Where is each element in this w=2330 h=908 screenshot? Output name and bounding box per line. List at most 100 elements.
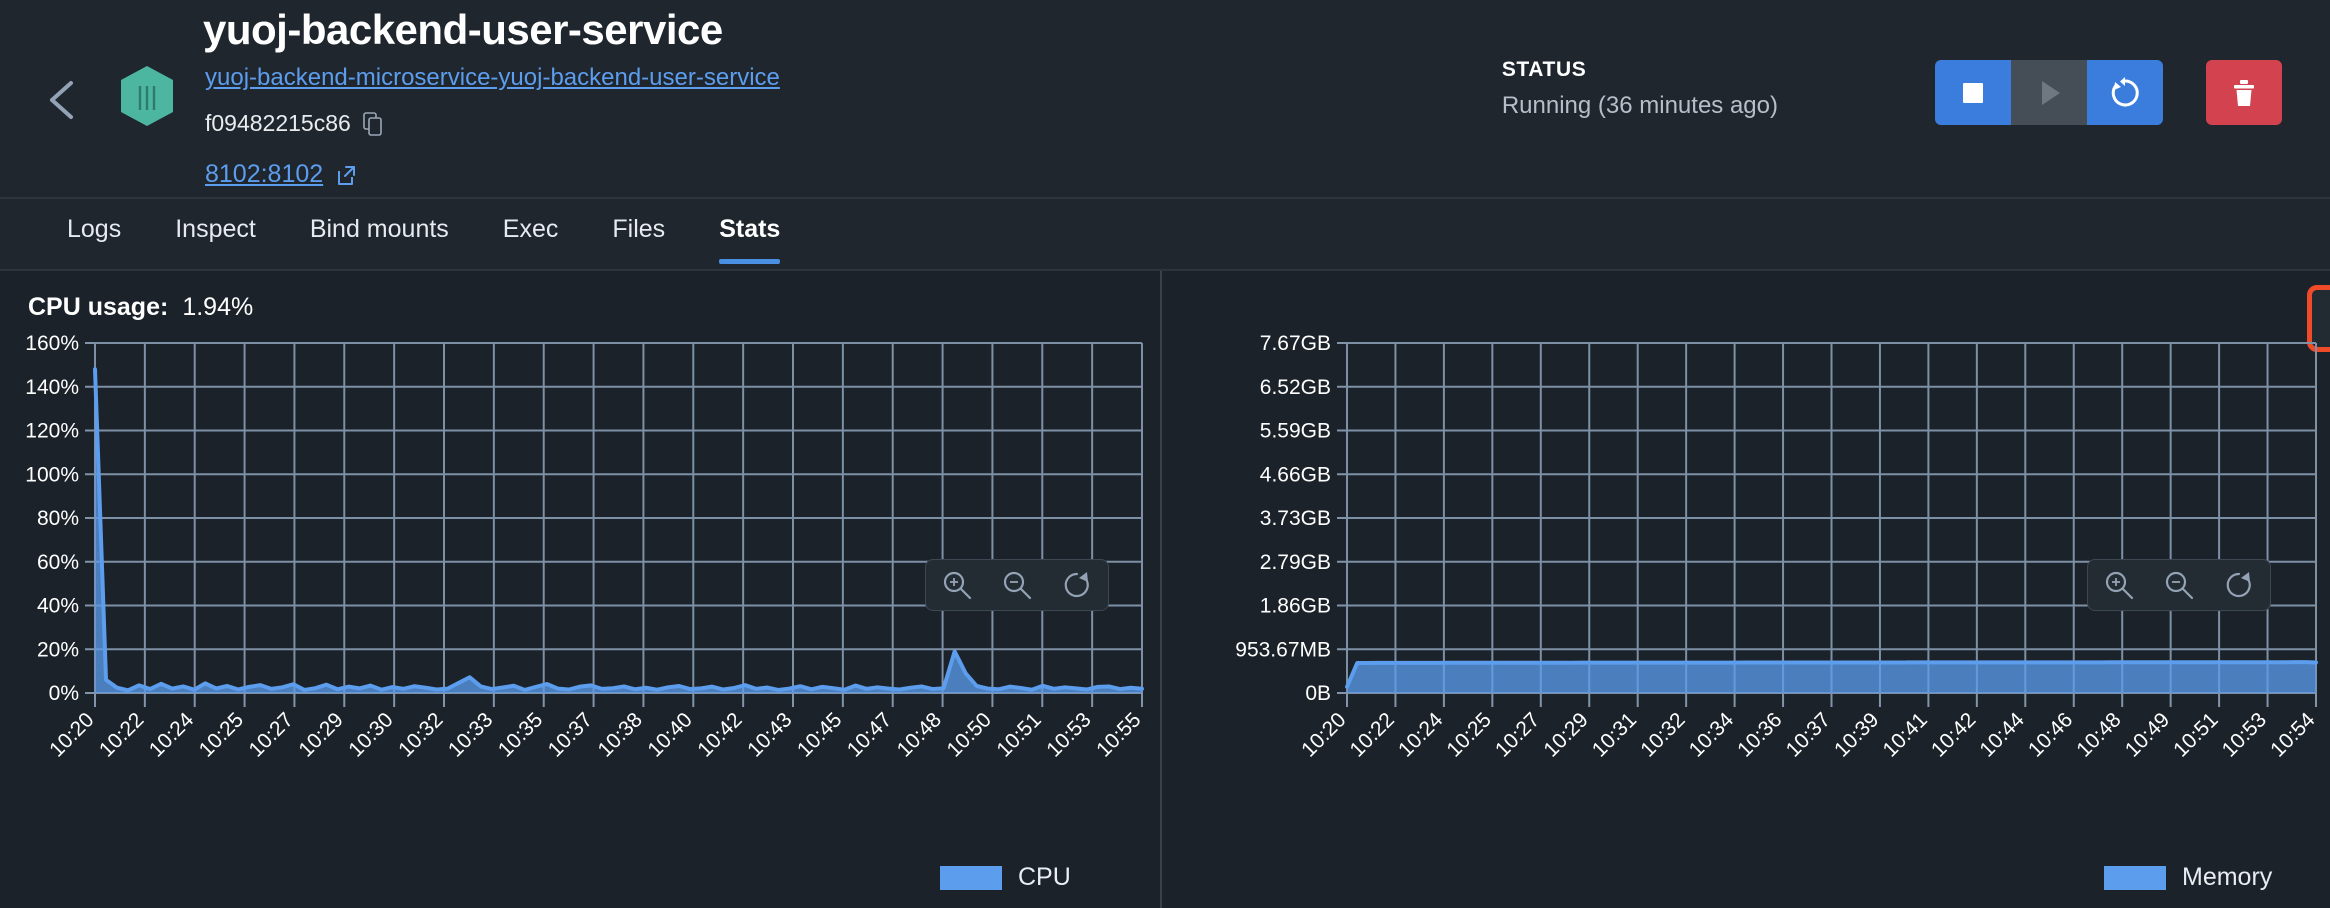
svg-text:10:55: 10:55 bbox=[1092, 708, 1145, 761]
svg-text:10:48: 10:48 bbox=[2072, 708, 2125, 761]
start-button[interactable] bbox=[2011, 60, 2087, 125]
tab-logs[interactable]: Logs bbox=[40, 199, 148, 244]
stats-panels: CPU usage: 1.94% 0% 20% 40% 60% 80% 100% 120% 14… bbox=[0, 271, 2330, 908]
page-title: yuoj-backend-user-service bbox=[203, 6, 723, 53]
port-mapping-link[interactable]: 8102:8102 bbox=[205, 160, 323, 189]
svg-text:10:43: 10:43 bbox=[743, 708, 796, 761]
svg-text:7.67GB: 7.67GB bbox=[1260, 333, 1331, 355]
memory-legend: Memory bbox=[2104, 863, 2272, 892]
svg-text:10:30: 10:30 bbox=[344, 708, 397, 761]
cpu-legend-swatch bbox=[940, 865, 1002, 890]
svg-text:10:53: 10:53 bbox=[1042, 708, 1095, 761]
svg-text:160%: 160% bbox=[25, 333, 79, 355]
zoom-out-magnifier-icon[interactable] bbox=[2162, 568, 2196, 602]
svg-text:10:24: 10:24 bbox=[145, 708, 199, 762]
memory-chart-area: 0B 953.67MB 1.86GB 2.79GB 3.73GB 4.66GB 5.59GB… bbox=[1162, 333, 2330, 908]
cpu-legend-label: CPU bbox=[1018, 863, 1071, 891]
svg-text:4.66GB: 4.66GB bbox=[1260, 463, 1331, 486]
external-link-icon[interactable] bbox=[335, 164, 357, 186]
container-cube-icon bbox=[121, 66, 173, 126]
restart-button[interactable] bbox=[2087, 60, 2163, 125]
tab-exec[interactable]: Exec bbox=[476, 199, 586, 244]
svg-text:10:50: 10:50 bbox=[943, 708, 996, 761]
svg-text:40%: 40% bbox=[37, 595, 79, 618]
svg-text:80%: 80% bbox=[37, 507, 79, 530]
svg-text:10:51: 10:51 bbox=[2169, 708, 2222, 761]
container-id: f09482215c86 bbox=[205, 110, 351, 136]
tab-files[interactable]: Files bbox=[585, 199, 692, 244]
svg-text:10:42: 10:42 bbox=[693, 708, 746, 761]
cpu-zoom-controls bbox=[925, 559, 1109, 611]
svg-text:10:41: 10:41 bbox=[1879, 708, 1932, 761]
svg-text:10:33: 10:33 bbox=[444, 708, 497, 761]
svg-text:10:51: 10:51 bbox=[992, 708, 1045, 761]
svg-text:10:22: 10:22 bbox=[1346, 708, 1399, 761]
cpu-chart-area: 0% 20% 40% 60% 80% 100% 120% 140% 160% 10:20 10:22… bbox=[0, 333, 1160, 908]
cpu-usage-value: 1.94% bbox=[182, 293, 254, 321]
svg-text:3.73GB: 3.73GB bbox=[1260, 507, 1331, 530]
svg-text:20%: 20% bbox=[37, 638, 79, 661]
svg-text:10:27: 10:27 bbox=[1491, 708, 1544, 761]
container-action-group bbox=[1935, 60, 2163, 125]
tab-bar: Logs Inspect Bind mounts Exec Files Stat… bbox=[0, 199, 2330, 271]
delete-button[interactable] bbox=[2206, 60, 2282, 125]
memory-zoom-controls bbox=[2087, 559, 2271, 611]
svg-text:10:32: 10:32 bbox=[394, 708, 447, 761]
port-mapping-row: 8102:8102 bbox=[205, 160, 357, 189]
svg-text:10:46: 10:46 bbox=[2024, 708, 2077, 761]
trash-can-icon bbox=[2234, 79, 2254, 106]
svg-text:10:22: 10:22 bbox=[95, 708, 148, 761]
svg-text:10:54: 10:54 bbox=[2266, 708, 2320, 762]
svg-text:140%: 140% bbox=[25, 376, 79, 399]
zoom-in-magnifier-icon[interactable] bbox=[2102, 568, 2136, 602]
svg-text:10:34: 10:34 bbox=[1685, 708, 1739, 762]
zoom-out-magnifier-icon[interactable] bbox=[1000, 568, 1034, 602]
detail-header: yuoj-backend-user-service yuoj-backend-m… bbox=[0, 0, 2330, 199]
svg-text:10:47: 10:47 bbox=[843, 708, 896, 761]
svg-text:10:31: 10:31 bbox=[1588, 708, 1641, 761]
svg-text:10:49: 10:49 bbox=[2121, 708, 2174, 761]
svg-text:10:44: 10:44 bbox=[1975, 708, 2029, 762]
stack-link[interactable]: yuoj-backend-microservice-yuoj-backend-u… bbox=[205, 64, 780, 92]
reset-circular-arrow-icon[interactable] bbox=[1060, 568, 1094, 602]
tab-stats[interactable]: Stats bbox=[692, 199, 807, 264]
stop-button[interactable] bbox=[1935, 60, 2011, 125]
svg-text:60%: 60% bbox=[37, 551, 79, 574]
svg-text:10:37: 10:37 bbox=[544, 708, 597, 761]
svg-text:10:40: 10:40 bbox=[643, 708, 696, 761]
copy-icon[interactable] bbox=[363, 111, 383, 136]
svg-text:10:25: 10:25 bbox=[195, 708, 248, 761]
svg-text:10:39: 10:39 bbox=[1830, 708, 1883, 761]
svg-text:10:20: 10:20 bbox=[1297, 708, 1350, 761]
svg-text:6.52GB: 6.52GB bbox=[1260, 376, 1331, 399]
memory-legend-swatch bbox=[2104, 865, 2166, 890]
svg-text:1.86GB: 1.86GB bbox=[1260, 595, 1331, 618]
svg-text:10:24: 10:24 bbox=[1394, 708, 1448, 762]
stop-square-icon bbox=[1963, 82, 1983, 103]
svg-text:2.79GB: 2.79GB bbox=[1260, 551, 1331, 574]
svg-text:5.59GB: 5.59GB bbox=[1260, 420, 1331, 443]
status-value: Running (36 minutes ago) bbox=[1501, 92, 1778, 119]
svg-text:10:20: 10:20 bbox=[45, 708, 98, 761]
zoom-in-magnifier-icon[interactable] bbox=[940, 568, 974, 602]
svg-text:0B: 0B bbox=[1305, 682, 1331, 705]
memory-panel: Memory usage:684.6MB / 7.67GB 0B953.67MB… bbox=[1160, 271, 2330, 908]
cpu-legend: CPU bbox=[940, 863, 1071, 892]
svg-text:100%: 100% bbox=[25, 463, 79, 486]
svg-text:10:27: 10:27 bbox=[245, 708, 298, 761]
status-label: STATUS bbox=[1501, 58, 1587, 81]
tab-bind-mounts[interactable]: Bind mounts bbox=[283, 199, 476, 244]
cpu-usage-label: CPU usage: bbox=[28, 293, 169, 321]
cpu-panel: CPU usage: 1.94% 0% 20% 40% 60% 80% 100% 120% 14… bbox=[0, 271, 1160, 908]
svg-text:120%: 120% bbox=[25, 420, 79, 443]
reset-circular-arrow-icon[interactable] bbox=[2222, 568, 2256, 602]
tab-list: Logs Inspect Bind mounts Exec Files Stat… bbox=[0, 199, 2330, 264]
svg-text:953.67MB: 953.67MB bbox=[1235, 638, 1331, 661]
svg-text:10:48: 10:48 bbox=[893, 708, 946, 761]
status-block: STATUS Running (36 minutes ago) bbox=[1502, 58, 1778, 120]
chevron-left-icon[interactable] bbox=[45, 78, 79, 122]
tab-inspect[interactable]: Inspect bbox=[148, 199, 283, 244]
memory-legend-label: Memory bbox=[2182, 863, 2273, 891]
cpu-usage-title: CPU usage: 1.94% bbox=[28, 293, 253, 322]
svg-text:10:38: 10:38 bbox=[594, 708, 647, 761]
